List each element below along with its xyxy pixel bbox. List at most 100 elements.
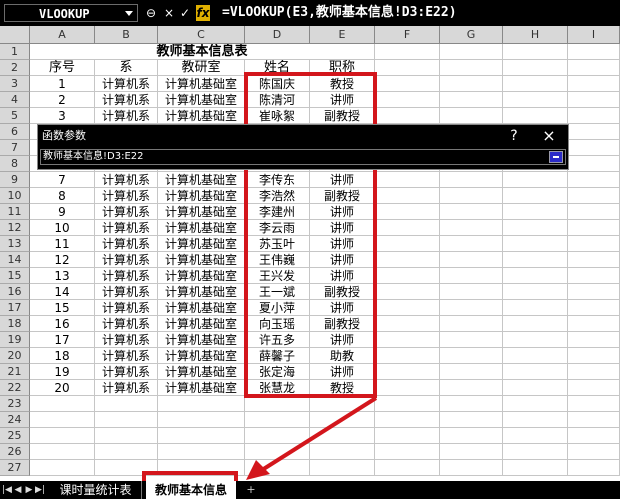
cell[interactable] (245, 396, 310, 412)
cell[interactable] (568, 60, 620, 76)
row-header[interactable]: 6 (0, 124, 30, 140)
row-header[interactable]: 21 (0, 364, 30, 380)
cell[interactable] (440, 380, 503, 396)
cell[interactable] (503, 204, 568, 220)
cell[interactable] (440, 332, 503, 348)
cell[interactable] (568, 140, 620, 156)
cell[interactable] (158, 412, 245, 428)
last-sheet-icon[interactable]: ▶| (35, 484, 45, 496)
table-cell[interactable]: 讲师 (310, 236, 375, 252)
table-cell[interactable]: 16 (30, 316, 95, 332)
cell[interactable] (30, 412, 95, 428)
collapse-dialog-icon[interactable] (549, 151, 563, 163)
cell[interactable] (440, 412, 503, 428)
table-cell[interactable]: 讲师 (310, 92, 375, 108)
table-cell[interactable]: 8 (30, 188, 95, 204)
cell[interactable] (375, 396, 440, 412)
column-header[interactable]: G (440, 26, 503, 44)
cell[interactable] (30, 460, 95, 476)
cell[interactable] (568, 92, 620, 108)
cell[interactable] (440, 268, 503, 284)
cell[interactable] (310, 428, 375, 444)
table-cell[interactable]: 计算机基础室 (158, 348, 245, 364)
column-header[interactable]: E (310, 26, 375, 44)
table-cell[interactable]: 崔咏絮 (245, 108, 310, 124)
column-header[interactable]: F (375, 26, 440, 44)
cell[interactable] (310, 412, 375, 428)
cell[interactable] (440, 108, 503, 124)
table-cell[interactable]: 计算机基础室 (158, 188, 245, 204)
column-title[interactable]: 系 (95, 60, 158, 76)
cell[interactable] (440, 60, 503, 76)
table-cell[interactable]: 计算机基础室 (158, 220, 245, 236)
cell[interactable] (95, 460, 158, 476)
tab-class-hours[interactable]: 课时量统计表 (50, 481, 142, 499)
table-cell[interactable]: 教授 (310, 380, 375, 396)
cell[interactable] (568, 268, 620, 284)
cell[interactable] (375, 220, 440, 236)
row-header[interactable]: 9 (0, 172, 30, 188)
table-cell[interactable]: 王兴发 (245, 268, 310, 284)
row-header[interactable]: 2 (0, 60, 30, 76)
cell[interactable] (568, 220, 620, 236)
table-title[interactable]: 教师基本信息表 (30, 44, 375, 60)
cell[interactable] (568, 108, 620, 124)
table-cell[interactable]: 计算机系 (95, 236, 158, 252)
cell[interactable] (568, 188, 620, 204)
cell[interactable] (158, 428, 245, 444)
row-header[interactable]: 13 (0, 236, 30, 252)
cell[interactable] (568, 444, 620, 460)
cell[interactable] (95, 444, 158, 460)
table-cell[interactable]: 计算机系 (95, 364, 158, 380)
cell[interactable] (503, 268, 568, 284)
table-cell[interactable]: 10 (30, 220, 95, 236)
cell[interactable] (375, 188, 440, 204)
table-cell[interactable]: 7 (30, 172, 95, 188)
table-cell[interactable]: 计算机基础室 (158, 364, 245, 380)
table-cell[interactable]: 副教授 (310, 316, 375, 332)
spreadsheet-grid[interactable]: A B C D E F G H I 1 2 3 4 5 6 7 8 9 10 11 12 13 14 15 16 17 18 19 20… (0, 26, 620, 481)
cell[interactable] (375, 268, 440, 284)
cell[interactable] (503, 348, 568, 364)
table-cell[interactable]: 计算机基础室 (158, 108, 245, 124)
cell[interactable] (375, 44, 440, 60)
table-cell[interactable]: 20 (30, 380, 95, 396)
table-cell[interactable]: 陈国庆 (245, 76, 310, 92)
table-cell[interactable]: 计算机系 (95, 204, 158, 220)
table-cell[interactable]: 2 (30, 92, 95, 108)
table-cell[interactable]: 讲师 (310, 332, 375, 348)
close-icon[interactable]: × (538, 126, 560, 146)
table-cell[interactable]: 12 (30, 252, 95, 268)
table-cell[interactable]: 李浩然 (245, 188, 310, 204)
cell[interactable] (568, 380, 620, 396)
table-cell[interactable]: 13 (30, 268, 95, 284)
table-cell[interactable]: 讲师 (310, 268, 375, 284)
cell[interactable] (503, 332, 568, 348)
cell[interactable] (375, 412, 440, 428)
table-cell[interactable]: 王一斌 (245, 284, 310, 300)
cell[interactable] (440, 284, 503, 300)
cell[interactable] (568, 236, 620, 252)
cell[interactable] (503, 412, 568, 428)
table-cell[interactable]: 计算机系 (95, 252, 158, 268)
table-cell[interactable]: 计算机系 (95, 108, 158, 124)
cell[interactable] (503, 284, 568, 300)
table-cell[interactable]: 计算机系 (95, 380, 158, 396)
row-header[interactable]: 25 (0, 428, 30, 444)
cell[interactable] (245, 460, 310, 476)
cell[interactable] (245, 444, 310, 460)
cell[interactable] (568, 172, 620, 188)
add-sheet-icon[interactable]: + (240, 481, 262, 499)
cell[interactable] (503, 172, 568, 188)
prev-sheet-icon[interactable]: ◀ (13, 484, 23, 496)
cell[interactable] (310, 396, 375, 412)
cell[interactable] (440, 204, 503, 220)
tab-teacher-info[interactable]: 教师基本信息 (146, 481, 236, 499)
cell[interactable] (503, 60, 568, 76)
table-cell[interactable]: 计算机系 (95, 188, 158, 204)
cell[interactable] (568, 412, 620, 428)
row-header[interactable]: 5 (0, 108, 30, 124)
table-cell[interactable]: 李云雨 (245, 220, 310, 236)
cell[interactable] (568, 44, 620, 60)
table-cell[interactable]: 计算机系 (95, 268, 158, 284)
